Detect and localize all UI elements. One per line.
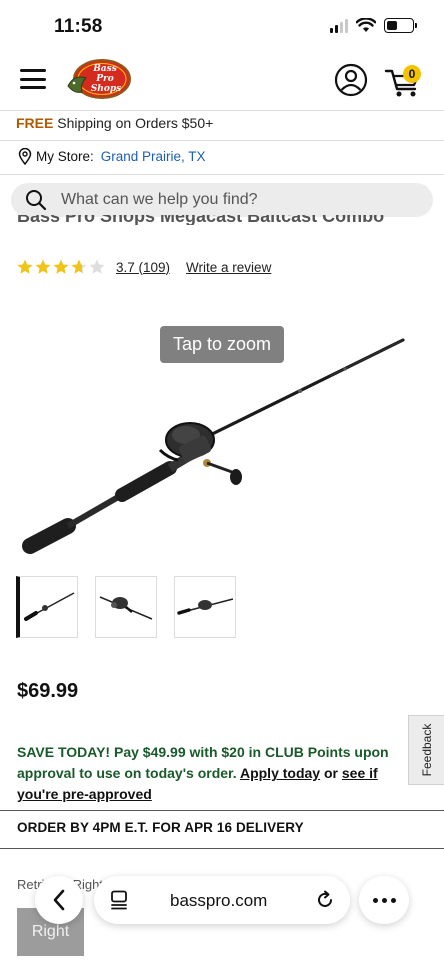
thumbnail-1[interactable]: [16, 576, 78, 638]
cellular-signal-icon: [330, 18, 348, 33]
search-input[interactable]: [61, 191, 401, 209]
status-icons: [330, 18, 417, 33]
star-full-icon: [53, 259, 69, 274]
search-icon: [26, 190, 47, 211]
status-time: 11:58: [54, 16, 103, 37]
menu-icon[interactable]: [20, 69, 46, 89]
status-bar: 11:58: [0, 0, 444, 52]
battery-icon: [384, 18, 417, 33]
search-bar[interactable]: [11, 183, 433, 217]
browser-address-bar[interactable]: basspro.com: [94, 876, 350, 924]
club-promo-text: SAVE TODAY! Pay $49.99 with $20 in CLUB …: [17, 742, 397, 805]
thumbnail-3[interactable]: [174, 576, 236, 638]
thumbnail-rod-image: [24, 592, 75, 621]
wifi-icon: [356, 18, 376, 32]
account-icon[interactable]: [334, 63, 368, 97]
rating-count-link[interactable]: 3.7 (109): [116, 260, 170, 275]
product-title-partial: Bass Pro Shops Megacast Baitcast Combo: [17, 215, 437, 225]
chevron-left-icon: [53, 889, 65, 911]
svg-text:Pro: Pro: [95, 74, 114, 84]
store-name-link[interactable]: Grand Prairie, TX: [101, 149, 206, 164]
svg-text:Bass: Bass: [92, 64, 117, 74]
site-header: Bass Pro Shops 0: [0, 52, 444, 110]
star-full-icon: [17, 259, 33, 274]
star-empty-icon: [89, 259, 105, 274]
feedback-label: Feedback: [419, 723, 434, 777]
my-store-bar: My Store: Grand Prairie, TX: [18, 148, 206, 165]
shipping-divider: [0, 140, 444, 141]
browser-back-button[interactable]: [35, 876, 83, 924]
star-full-icon: [35, 259, 51, 274]
shipping-banner: FREE Shipping on Orders $50+: [16, 115, 213, 131]
delivery-estimate: ORDER BY 4PM E.T. FOR APR 16 DELIVERY: [17, 820, 304, 835]
thumbnail-side-image: [177, 598, 234, 615]
cart-button[interactable]: 0: [384, 62, 424, 100]
store-divider: [0, 174, 444, 175]
shipping-text: Shipping on Orders $50+: [53, 115, 214, 131]
tap-to-zoom-hint[interactable]: Tap to zoom: [160, 326, 284, 363]
apply-today-link[interactable]: Apply today: [240, 765, 320, 781]
header-divider: [0, 110, 444, 111]
browser-url: basspro.com: [170, 891, 268, 910]
delivery-divider: [0, 848, 444, 849]
thumbnail-2[interactable]: [95, 576, 157, 638]
rating-row: 3.7 (109) Write a review: [16, 258, 271, 276]
thumbnail-reel-image: [99, 596, 153, 620]
cart-count-badge: 0: [403, 65, 421, 83]
location-pin-icon: [18, 148, 32, 165]
promo-divider: [0, 810, 444, 811]
page-menu-icon[interactable]: [110, 890, 128, 910]
free-label: FREE: [16, 115, 54, 131]
product-price: $69.99: [17, 680, 79, 702]
product-title: Bass Pro Shops Megacast Baitcast Combo: [17, 215, 385, 225]
reload-icon[interactable]: [314, 889, 336, 911]
svg-text:Shops: Shops: [91, 84, 121, 94]
rating-stars: [16, 258, 106, 276]
browser-more-button[interactable]: [359, 876, 409, 924]
write-review-link[interactable]: Write a review: [186, 260, 271, 275]
my-store-label: My Store:: [36, 149, 94, 164]
promo-or: or: [320, 765, 342, 781]
product-thumbnails: [16, 576, 236, 638]
bass-pro-shops-logo[interactable]: Bass Pro Shops: [66, 56, 132, 102]
feedback-tab[interactable]: Feedback: [408, 715, 444, 785]
star-partial-icon: [71, 259, 87, 274]
